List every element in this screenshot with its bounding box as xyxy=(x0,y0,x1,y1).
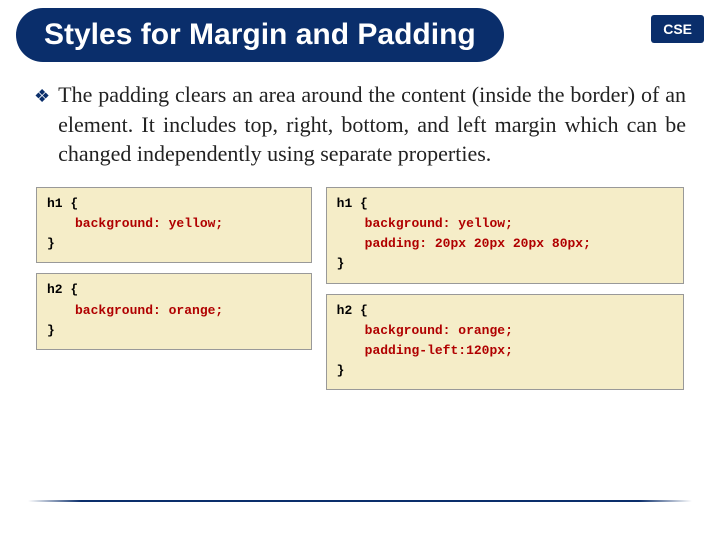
code-block-h1-padding: h1 { background: yellow; padding: 20px 2… xyxy=(326,187,684,284)
code-line: } xyxy=(337,361,673,381)
code-line: background: orange; xyxy=(337,321,673,341)
paragraph-text: The padding clears an area around the co… xyxy=(58,80,686,169)
course-badge: CSE xyxy=(651,15,704,43)
code-block-h2-padding: h2 { background: orange; padding-left:12… xyxy=(326,294,684,391)
code-line: h2 { xyxy=(337,301,673,321)
code-column-left: h1 { background: yellow; } h2 { backgrou… xyxy=(36,187,312,350)
code-line: } xyxy=(47,234,301,254)
code-line: padding: 20px 20px 20px 80px; xyxy=(337,234,673,254)
code-line: h1 { xyxy=(337,194,673,214)
code-line: background: yellow; xyxy=(47,214,301,234)
description-section: ❖ The padding clears an area around the … xyxy=(0,66,720,187)
diamond-bullet-icon: ❖ xyxy=(34,84,50,108)
code-line: h1 { xyxy=(47,194,301,214)
code-line: padding-left:120px; xyxy=(337,341,673,361)
footer-divider xyxy=(28,500,692,502)
code-block-h1-basic: h1 { background: yellow; } xyxy=(36,187,312,263)
slide-header: Styles for Margin and Padding CSE xyxy=(0,0,720,66)
code-line: background: orange; xyxy=(47,301,301,321)
code-line: background: yellow; xyxy=(337,214,673,234)
code-column-right: h1 { background: yellow; padding: 20px 2… xyxy=(326,187,684,390)
slide-title: Styles for Margin and Padding xyxy=(16,8,504,62)
code-section: h1 { background: yellow; } h2 { backgrou… xyxy=(0,187,720,390)
code-line: } xyxy=(47,321,301,341)
code-block-h2-basic: h2 { background: orange; } xyxy=(36,273,312,349)
code-line: } xyxy=(337,254,673,274)
bullet-paragraph: ❖ The padding clears an area around the … xyxy=(34,80,686,169)
code-line: h2 { xyxy=(47,280,301,300)
